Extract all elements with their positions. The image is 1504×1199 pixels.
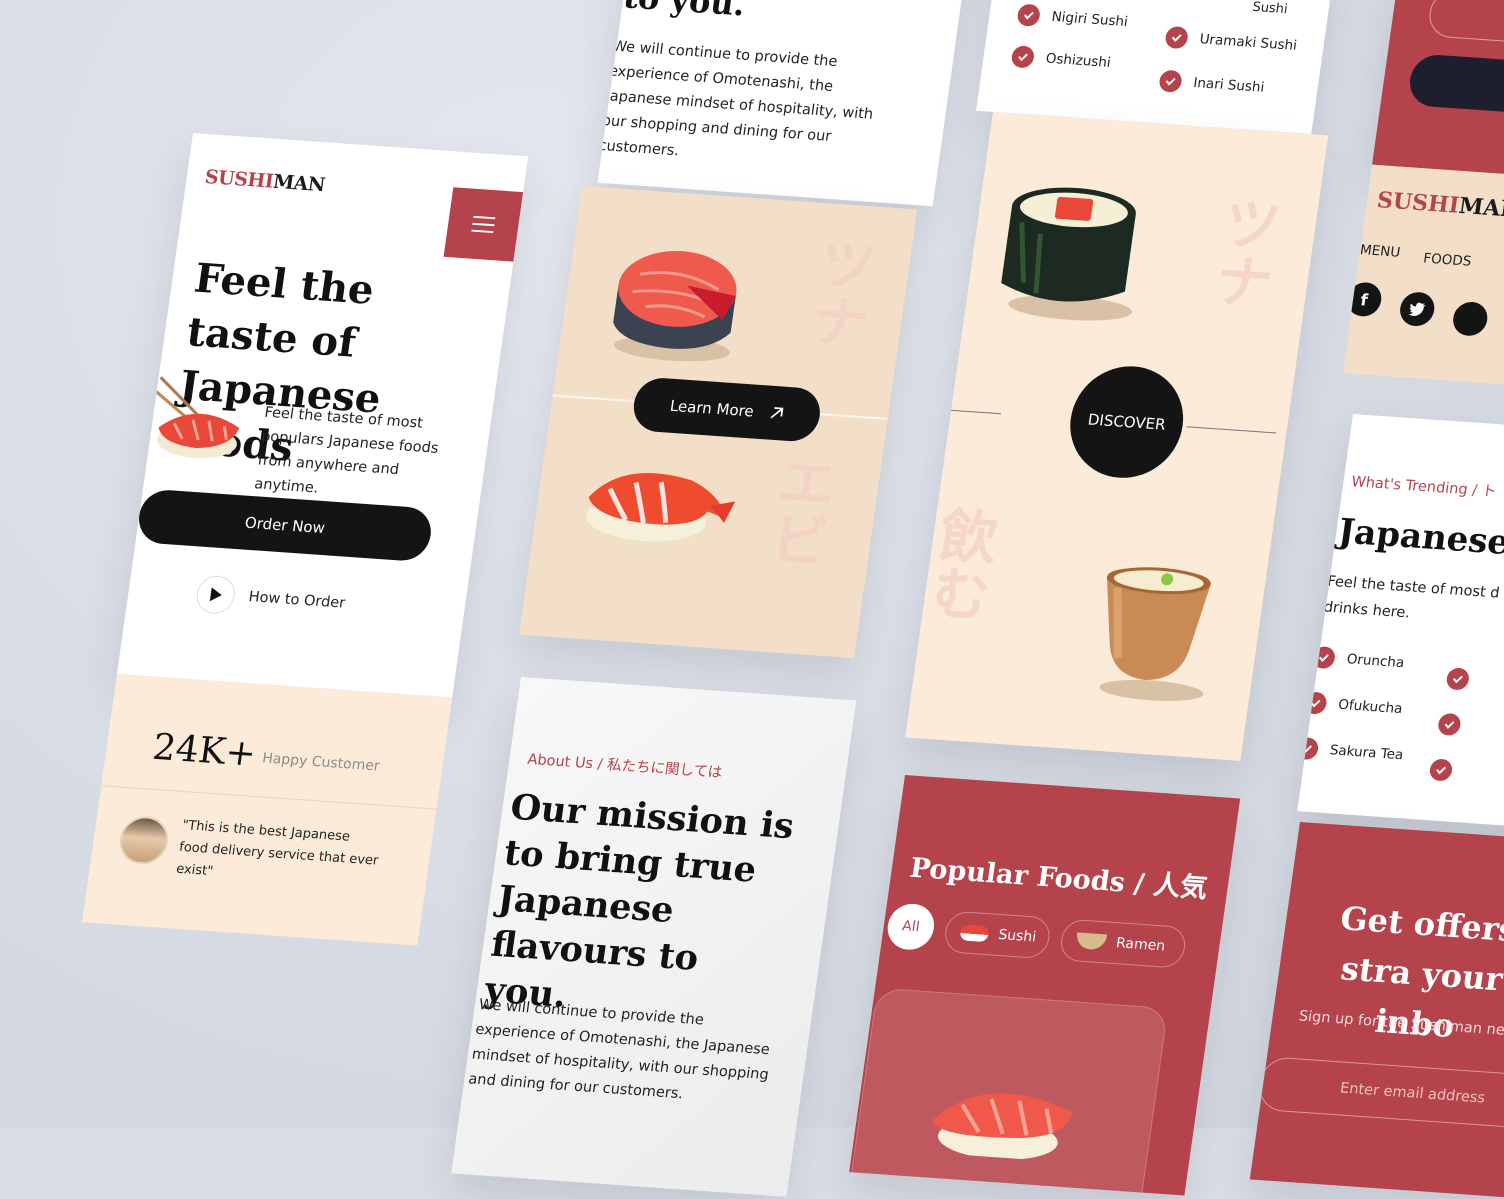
- check-icon: [1010, 45, 1036, 69]
- sushi-item: Nigiri Sushi: [1016, 3, 1129, 33]
- how-to-order-label: How to Order: [247, 589, 347, 612]
- footer-brand-logo[interactable]: SUSHIMAN: [1375, 187, 1504, 223]
- filter-ramen-label: Ramen: [1114, 935, 1167, 955]
- footer-link-menu[interactable]: MENU: [1359, 242, 1401, 261]
- brand-logo[interactable]: SUSHIMAN: [203, 166, 326, 196]
- check-icon: [1297, 736, 1320, 761]
- sushi-item: Inari Sushi: [1158, 69, 1266, 99]
- sushi-item-cutoff: Sushi: [1251, 0, 1289, 18]
- email-input[interactable]: Enter email address: [1255, 1055, 1504, 1130]
- filter-all[interactable]: All: [884, 902, 938, 952]
- check-icon: [1016, 3, 1042, 27]
- check-icon: [1302, 691, 1328, 715]
- filter-ramen[interactable]: Ramen: [1058, 918, 1188, 969]
- tea-item-label: Oruncha: [1345, 651, 1406, 672]
- instagram-icon[interactable]: [1450, 300, 1490, 337]
- tea-item-label: Sakura Tea: [1328, 742, 1405, 764]
- kana-nomu: 飲む: [917, 503, 1002, 624]
- arrow-right-line: [1186, 426, 1277, 434]
- discover-button[interactable]: DISCOVER: [1063, 362, 1191, 482]
- kana-tuna: ツナ: [797, 232, 882, 353]
- testimonial-quote: "This is the best Japanese food delivery…: [175, 817, 380, 880]
- sushi-item: Uramaki Sushi: [1164, 25, 1298, 57]
- hamburger-icon: [471, 215, 496, 234]
- popular-foods-card: Popular Foods / 人気 All Sushi Ramen: [849, 775, 1241, 1196]
- stat-label: Happy Customer: [261, 750, 381, 775]
- check-icon: [1445, 667, 1471, 691]
- salmon-nigiri-icon: [931, 1093, 1073, 1160]
- learn-more-label: Learn More: [668, 396, 755, 421]
- sushi-icon: [959, 924, 990, 943]
- divider: [101, 785, 437, 810]
- trending-eyebrow: What's Trending / ト: [1350, 474, 1498, 501]
- kana-tuna: ツナ: [1201, 191, 1286, 312]
- hero-description: Feel the taste of most populars Japanese…: [253, 404, 440, 497]
- check-icon: [1158, 69, 1184, 93]
- footer-link-foods[interactable]: FOODS: [1422, 251, 1472, 270]
- check-icon: [1311, 645, 1337, 670]
- discover-card: ツナ 飲む DISCOVER: [905, 112, 1329, 761]
- kana-ebi: エビ: [756, 449, 841, 570]
- learn-more-button[interactable]: Learn More: [630, 376, 824, 443]
- tea-item: Oruncha: [1311, 645, 1406, 674]
- maki-roll-illustration: [988, 171, 1159, 330]
- stats-card: 24K+ Happy Customer "This is the best Ja…: [82, 674, 453, 946]
- sushi-item-label: Nigiri Sushi: [1050, 8, 1129, 31]
- trending-body: Feel the taste of most d drinks here.: [1322, 573, 1501, 622]
- arrow-up-right-icon: [770, 407, 784, 419]
- tuna-steak-illustration: [598, 232, 756, 371]
- footer-input[interactable]: [1426, 0, 1504, 51]
- sushi-item-label: Uramaki Sushi: [1198, 31, 1298, 54]
- hero-card: SUSHIMAN Feel the taste of Japanese food…: [116, 133, 529, 698]
- trending-title: Japanese I: [1335, 511, 1504, 565]
- about-top-title: to you.: [621, 0, 748, 24]
- arrow-left-line: [911, 407, 1002, 415]
- sushi-item: Oshizushi: [1010, 45, 1112, 74]
- matcha-cup-illustration: [1072, 546, 1233, 705]
- menu-button[interactable]: [443, 187, 524, 262]
- about-top-body: We will continue to provide the experien…: [597, 38, 875, 160]
- tea-item: Sakura Tea: [1297, 736, 1405, 766]
- offers-card: Get offers stra your inbo Sign up for th…: [1249, 822, 1504, 1199]
- salmon-nigiri-illustration: [138, 367, 262, 474]
- about-eyebrow: About Us / 私たちに関しては: [526, 751, 724, 782]
- check-icon: [1436, 712, 1462, 737]
- about-card: About Us / 私たちに関しては Our mission is to br…: [451, 677, 857, 1197]
- food-card[interactable]: [849, 987, 1169, 1196]
- twitter-icon[interactable]: [1397, 291, 1437, 328]
- food-showcase-card: ツナ エビ Learn More: [518, 186, 918, 659]
- check-icon: [1428, 758, 1454, 782]
- email-placeholder: Enter email address: [1339, 1080, 1486, 1107]
- sushi-item-label: Inari Sushi: [1192, 74, 1266, 96]
- popular-title: Popular Foods / 人気: [907, 852, 1210, 905]
- how-to-order-link[interactable]: How to Order: [194, 574, 348, 623]
- about-body: We will continue to provide the experien…: [467, 996, 771, 1103]
- filter-sushi[interactable]: Sushi: [942, 910, 1053, 960]
- avatar: [116, 814, 172, 866]
- stat-number: 24K+: [150, 726, 259, 775]
- play-icon: [194, 574, 238, 615]
- ramen-bowl-icon: [1075, 932, 1108, 951]
- footer-nav-card: SUSHIMAN MENU FOODS f: [1342, 164, 1504, 388]
- tea-item-label: Ofukucha: [1337, 696, 1404, 718]
- footer-submit-button[interactable]: [1406, 53, 1504, 119]
- trending-card: What's Trending / ト Japanese I Feel the …: [1297, 414, 1504, 830]
- filter-sushi-label: Sushi: [997, 926, 1038, 946]
- about-top-card: to you. We will continue to provide the …: [597, 0, 976, 207]
- footer-cta-card: [1372, 0, 1504, 179]
- facebook-icon[interactable]: f: [1344, 281, 1384, 318]
- sushi-item-label: Oshizushi: [1044, 50, 1112, 71]
- ebi-nigiri-illustration: [570, 437, 746, 567]
- tea-item: Ofukucha: [1302, 691, 1404, 720]
- check-icon: [1164, 25, 1190, 50]
